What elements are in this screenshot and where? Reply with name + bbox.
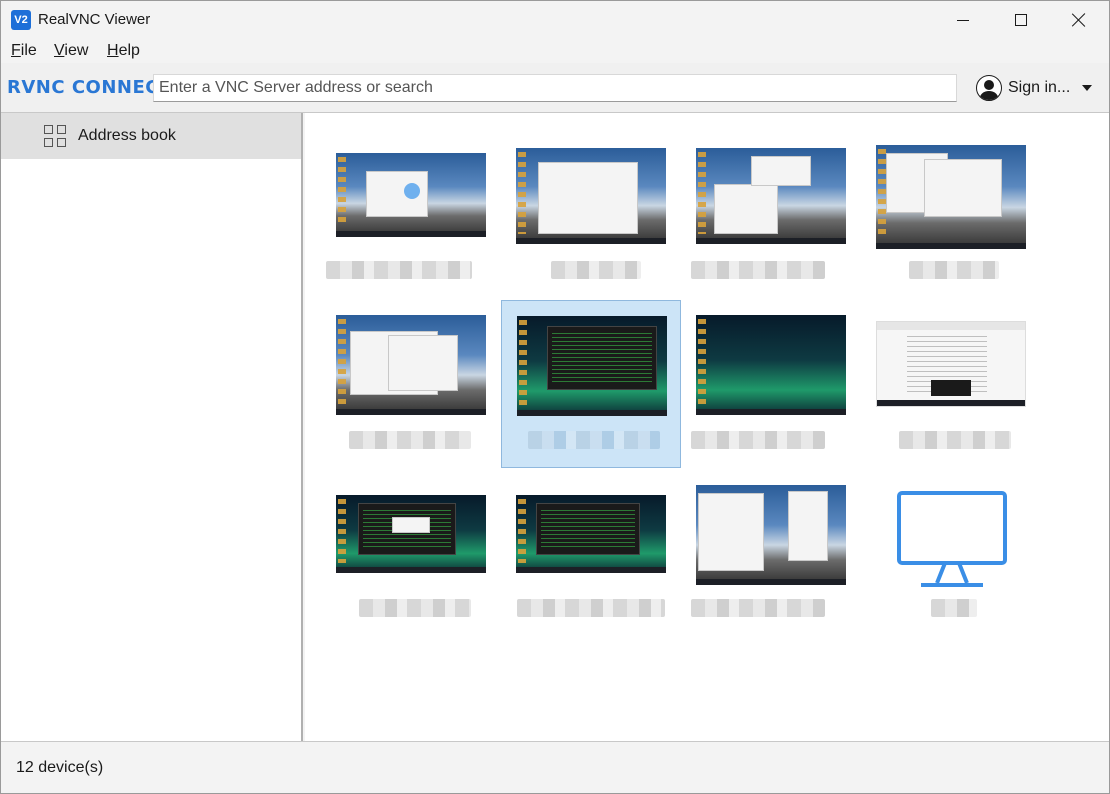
status-bar: 12 device(s) (1, 741, 1109, 793)
menu-view[interactable]: View (54, 42, 88, 60)
user-avatar-icon (976, 75, 1002, 101)
sign-in-button[interactable]: Sign in... (976, 75, 1093, 101)
chevron-down-icon[interactable] (1082, 85, 1093, 91)
device-tile[interactable] (681, 301, 861, 469)
device-tile[interactable] (861, 143, 1041, 311)
toolbar: RVNC CONNECT Sign in... (1, 63, 1109, 113)
device-tile[interactable] (501, 483, 681, 651)
device-thumbnail (336, 315, 486, 415)
device-grid (305, 113, 1109, 741)
device-name-redacted (551, 261, 641, 279)
window-title: RealVNC Viewer (38, 11, 151, 28)
sidebar-item-label: Address book (78, 127, 176, 144)
device-name-redacted (691, 431, 825, 449)
device-name-redacted (528, 431, 660, 449)
device-name-redacted (931, 599, 977, 617)
device-thumbnail (876, 145, 1026, 249)
device-name-redacted (691, 261, 825, 279)
sign-in-label: Sign in... (1008, 79, 1071, 96)
device-thumbnail (517, 316, 667, 416)
device-tile[interactable] (501, 143, 681, 311)
device-count-label: 12 device(s) (16, 759, 104, 776)
grid-icon (44, 125, 66, 147)
device-thumbnail (516, 148, 666, 244)
device-name-redacted (326, 261, 472, 279)
monitor-icon (897, 491, 1007, 587)
close-button[interactable] (1050, 1, 1108, 39)
sidebar-item-address-book[interactable]: Address book (1, 113, 301, 159)
device-thumbnail (696, 485, 846, 585)
device-name-redacted (349, 431, 471, 449)
device-thumbnail (336, 153, 486, 237)
device-tile[interactable] (861, 483, 1041, 651)
device-tile[interactable] (681, 483, 861, 651)
close-icon (1072, 13, 1086, 27)
rvnc-connect-logo: RVNC CONNECT (7, 77, 172, 98)
device-thumbnail (696, 315, 846, 415)
device-thumbnail (516, 495, 666, 573)
device-thumbnail (876, 321, 1026, 407)
device-tile[interactable] (321, 483, 501, 651)
device-name-redacted (359, 599, 471, 617)
device-thumbnail (696, 148, 846, 244)
menu-help[interactable]: Help (107, 42, 140, 60)
device-tile[interactable] (681, 143, 861, 311)
device-tile-selected[interactable] (501, 300, 681, 468)
sidebar: Address book (1, 113, 303, 741)
minimize-icon (957, 19, 969, 21)
device-name-redacted (691, 599, 825, 617)
device-name-redacted (909, 261, 999, 279)
minimize-button[interactable] (934, 1, 992, 39)
maximize-button[interactable] (992, 1, 1050, 39)
device-tile[interactable] (321, 143, 501, 311)
device-name-redacted (517, 599, 665, 617)
device-thumbnail (336, 495, 486, 573)
search-input[interactable] (153, 74, 957, 102)
app-window: V2 RealVNC Viewer File View Help RVNC CO… (0, 0, 1110, 794)
device-tile[interactable] (321, 301, 501, 469)
menu-file[interactable]: File (11, 42, 37, 60)
device-tile[interactable] (861, 301, 1041, 469)
menu-bar: File View Help (1, 39, 1109, 63)
maximize-icon (1015, 14, 1027, 26)
title-bar: V2 RealVNC Viewer (1, 1, 1109, 39)
realvnc-app-icon: V2 (11, 10, 31, 30)
device-name-redacted (899, 431, 1011, 449)
